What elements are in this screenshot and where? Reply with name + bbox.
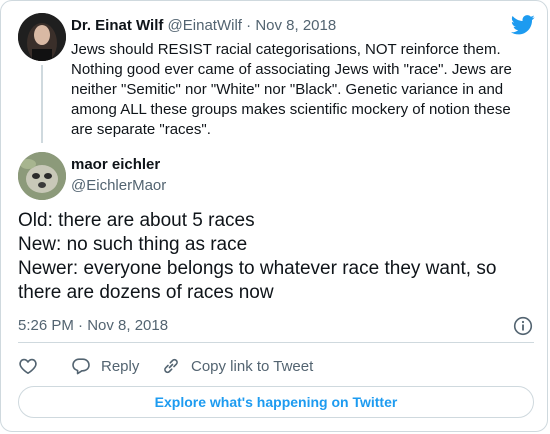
twitter-logo-icon[interactable]	[511, 15, 535, 35]
parent-avatar[interactable]	[18, 13, 66, 61]
parent-date-separator: ·	[246, 17, 252, 34]
parent-date[interactable]: Nov 8, 2018	[255, 17, 336, 34]
main-tweet-line: there are dozens of races now	[18, 282, 274, 303]
heart-icon	[19, 358, 37, 374]
reply-button[interactable]: Reply	[71, 355, 139, 377]
main-tweet-line: Old: there are about 5 races	[18, 210, 255, 231]
main-author-handle[interactable]: @EichlerMaor	[71, 177, 166, 194]
main-avatar-image	[18, 152, 66, 200]
parent-author-name[interactable]: Dr. Einat Wilf	[71, 17, 163, 34]
info-icon[interactable]	[513, 316, 533, 336]
main-author-name[interactable]: maor eichler	[71, 156, 160, 173]
main-tweet-text: Old: there are about 5 races New: no suc…	[18, 209, 534, 305]
parent-avatar-image	[18, 13, 66, 61]
tweet-embed-card: Dr. Einat Wilf @EinatWilf · Nov 8, 2018 …	[0, 0, 548, 432]
main-tweet-line: Newer: everyone belongs to whatever race…	[18, 258, 497, 279]
copy-link-label: Copy link to Tweet	[191, 357, 314, 375]
parent-tweet-text: Jews should RESIST racial categorisation…	[71, 41, 512, 138]
like-button[interactable]	[18, 355, 48, 377]
link-icon	[164, 358, 178, 374]
parent-header: Dr. Einat Wilf @EinatWilf · Nov 8, 2018	[71, 17, 336, 34]
tweet-timestamp[interactable]: 5:26 PM · Nov 8, 2018	[18, 317, 168, 334]
copy-link-button[interactable]: Copy link to Tweet	[161, 355, 313, 377]
reply-icon	[72, 358, 90, 375]
thread-line	[41, 65, 43, 143]
explore-twitter-button[interactable]: Explore what's happening on Twitter	[18, 386, 534, 418]
parent-author-handle[interactable]: @EinatWilf	[168, 17, 242, 34]
main-avatar[interactable]	[18, 152, 66, 200]
divider	[18, 342, 534, 343]
main-tweet-line: New: no such thing as race	[18, 234, 248, 255]
reply-label: Reply	[101, 357, 140, 375]
